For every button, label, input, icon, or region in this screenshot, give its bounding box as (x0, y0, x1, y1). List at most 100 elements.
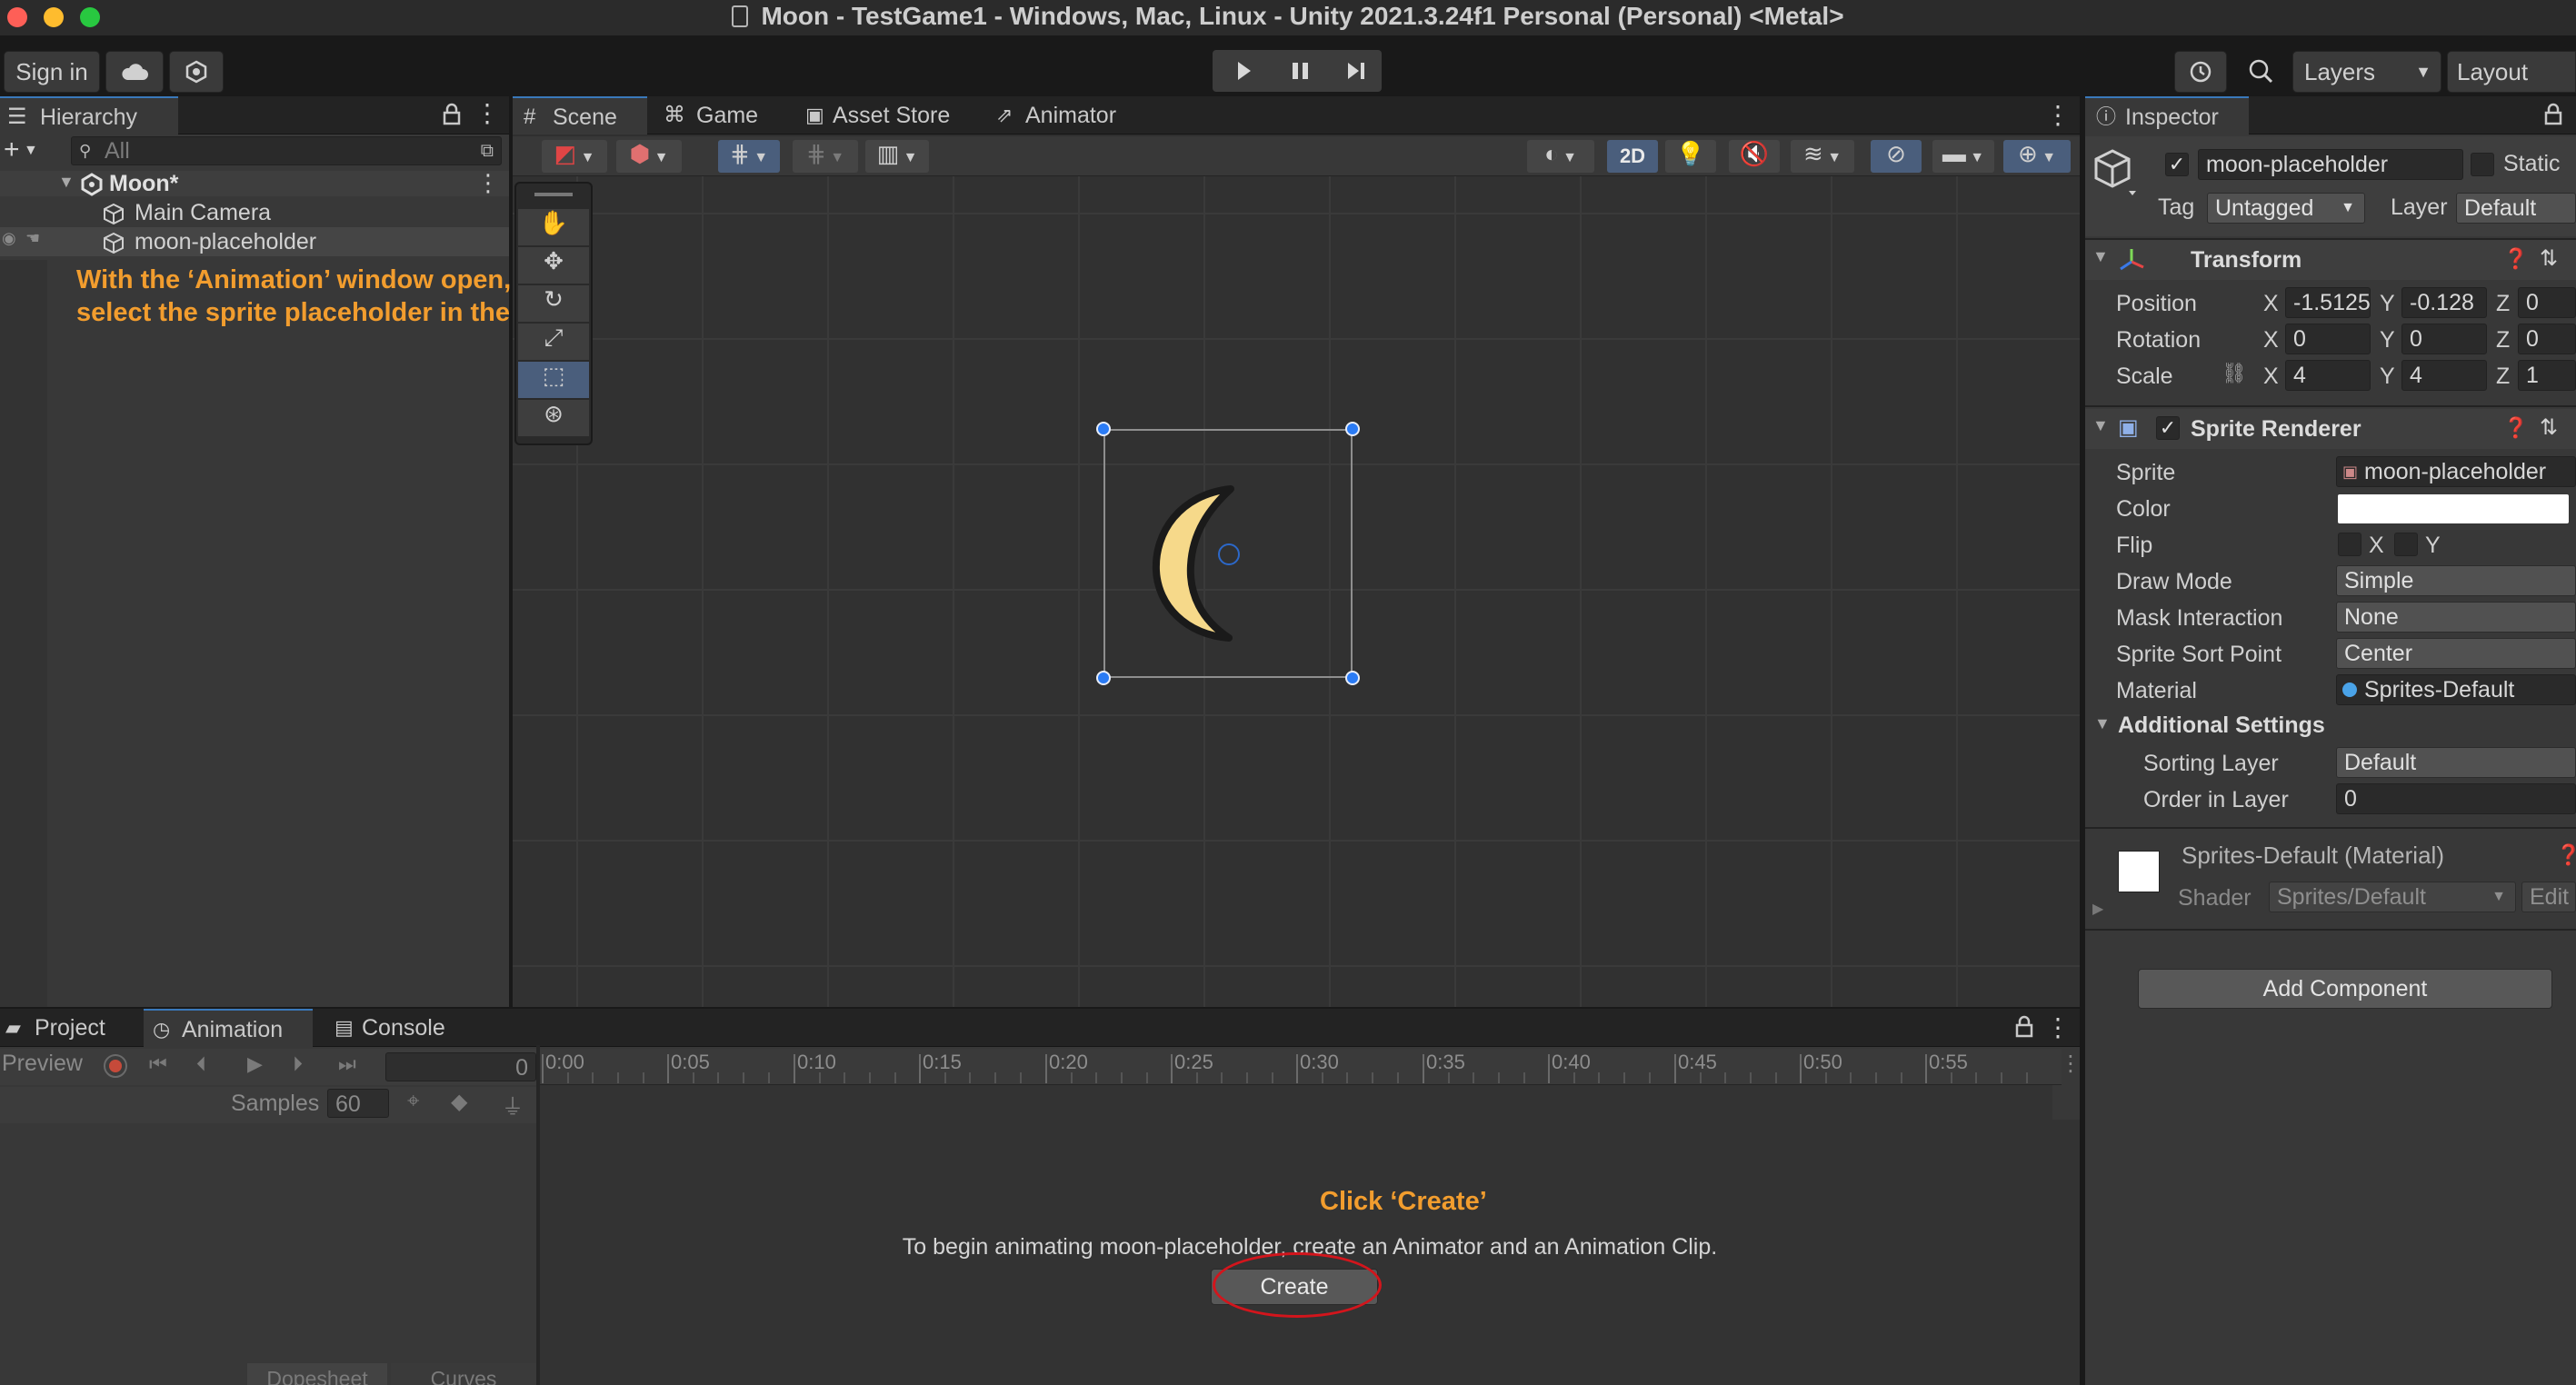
sorting-layer-select[interactable]: Default (2336, 747, 2576, 778)
tab-animator[interactable]: ⇗ Animator (991, 96, 1136, 135)
sprite-renderer-header[interactable]: ▼ ▣ ✓ Sprite Renderer ❓ ⇅ (2085, 409, 2576, 449)
shader-edit-button[interactable]: Edit (2521, 882, 2576, 912)
move-tool-button[interactable]: ✥ (518, 247, 589, 284)
tag-dropdown[interactable]: Untagged ▼ (2207, 193, 2365, 224)
samples-input[interactable]: 60 (327, 1089, 389, 1118)
more-options-icon[interactable]: ⋮ (2060, 1051, 2082, 1077)
additional-settings-foldout[interactable]: Additional Settings (2118, 712, 2325, 739)
object-name-input[interactable]: moon-placeholder (2198, 149, 2463, 180)
lock-button[interactable] (2541, 102, 2565, 127)
increment-snap-button[interactable]: ⋕ ▼ (793, 140, 858, 173)
tab-asset-store[interactable]: ▣ Asset Store (796, 96, 969, 135)
constrain-proportions-icon[interactable]: ⛓ (2222, 362, 2247, 385)
expand-arrow-icon[interactable]: ▼ (2094, 714, 2111, 733)
scale-tool-button[interactable]: ⤢ (518, 324, 589, 360)
pivot-handle[interactable] (1218, 543, 1240, 565)
static-checkbox[interactable] (2471, 153, 2494, 176)
material-field[interactable]: Sprites-Default (2336, 674, 2576, 705)
camera-settings-dropdown[interactable]: ▬ ▼ (1932, 140, 1994, 173)
previous-keyframe-button[interactable]: ⏴ (196, 1052, 206, 1076)
tab-project[interactable]: ▰ Project (0, 1009, 136, 1047)
add-component-button[interactable]: Add Component (2138, 969, 2552, 1009)
active-checkbox[interactable]: ✓ (2165, 153, 2189, 176)
filter-by-selection-icon[interactable]: ⌖ (407, 1089, 420, 1114)
lock-button[interactable] (440, 102, 464, 127)
grid-snap-button[interactable]: ⋕ ▼ (718, 140, 780, 173)
more-options-icon[interactable]: ⋮ (476, 169, 500, 197)
draw-mode-select[interactable]: Simple (2336, 565, 2576, 596)
hierarchy-item-moon-placeholder[interactable]: ◉ ☚ moon-placeholder (0, 227, 509, 256)
order-in-layer-input[interactable]: 0 (2336, 783, 2576, 814)
flip-x-checkbox[interactable] (2338, 533, 2361, 556)
cloud-button[interactable] (105, 51, 164, 93)
camera-mode-dropdown[interactable]: ◐ ▼ (1527, 140, 1594, 173)
preview-toggle[interactable]: Preview (2, 1051, 83, 1077)
add-object-button[interactable]: + ▼ (4, 135, 55, 167)
drag-handle[interactable] (534, 193, 573, 196)
next-keyframe-button[interactable]: ⏵ (293, 1052, 303, 1076)
rotate-tool-button[interactable]: ↻ (518, 285, 589, 322)
mode-2d-toggle[interactable]: 2D (1607, 140, 1658, 173)
timeline-event-track[interactable] (540, 1085, 2052, 1120)
tab-inspector[interactable]: ⓘ Inspector (2085, 96, 2249, 135)
dopesheet-tab[interactable]: Dopesheet (247, 1363, 387, 1385)
last-keyframe-button[interactable]: ⏭ (338, 1052, 356, 1076)
rotation-y-input[interactable]: 0 (2401, 324, 2487, 354)
rotation-z-input[interactable]: 0 (2518, 324, 2576, 354)
history-button[interactable] (2174, 51, 2227, 93)
more-options-icon[interactable]: ⋮ (2045, 100, 2071, 129)
transform-header[interactable]: ▼ Transform ❓ ⇅ (2085, 240, 2576, 280)
curves-tab[interactable]: Curves (391, 1363, 536, 1385)
pause-button[interactable] (1276, 55, 1323, 86)
rect-handle-top-right[interactable] (1345, 422, 1360, 436)
mask-interaction-select[interactable]: None (2336, 602, 2576, 633)
visibility-eye-icon[interactable]: ◉ (2, 229, 16, 248)
audio-toggle[interactable]: 🔇 (1729, 140, 1780, 173)
play-button[interactable] (1220, 55, 1267, 86)
pickable-hand-icon[interactable]: ☚ (25, 229, 40, 248)
layout-dropdown[interactable]: Layout (2447, 51, 2576, 93)
position-z-input[interactable]: 0 (2518, 287, 2576, 318)
collapse-arrow-icon[interactable]: ▼ (2092, 416, 2109, 435)
position-y-input[interactable]: -0.128 (2401, 287, 2487, 318)
search-button[interactable] (2238, 51, 2283, 93)
help-icon[interactable]: ❓ (2503, 416, 2528, 440)
lighting-toggle[interactable]: 💡 (1665, 140, 1716, 173)
color-swatch[interactable] (2338, 494, 2569, 523)
rect-handle-bottom-left[interactable] (1096, 671, 1111, 685)
sprite-sort-point-select[interactable]: Center (2336, 638, 2576, 669)
frame-input[interactable]: 0 (385, 1052, 536, 1081)
rect-handle-bottom-right[interactable] (1345, 671, 1360, 685)
expand-arrow-icon[interactable]: ▶ (2092, 900, 2103, 918)
more-options-icon[interactable]: ⋮ (474, 100, 500, 129)
flip-y-checkbox[interactable] (2394, 533, 2418, 556)
tab-game[interactable]: ⌘ Game (658, 96, 785, 135)
tab-animation[interactable]: ◷ Animation (144, 1009, 313, 1047)
sprite-field[interactable]: ▣ moon-placeholder (2336, 456, 2576, 487)
position-x-input[interactable]: -1.5125 (2285, 287, 2371, 318)
lock-button[interactable] (2012, 1014, 2036, 1040)
step-button[interactable] (1333, 55, 1380, 86)
collab-button[interactable] (169, 51, 224, 93)
record-button[interactable] (104, 1054, 127, 1078)
scale-x-input[interactable]: 4 (2285, 360, 2371, 391)
effects-dropdown[interactable]: ≋ ▼ (1791, 140, 1854, 173)
ruler-snap-button[interactable]: ▥ ▼ (865, 140, 929, 173)
rect-handle-top-left[interactable] (1096, 422, 1111, 436)
rect-tool-button[interactable]: ⬚ (518, 362, 589, 398)
render-mode-dropdown[interactable]: ⬢ ▼ (616, 140, 682, 173)
shader-select[interactable]: Sprites/Default ▼ (2269, 882, 2516, 912)
sign-in-button[interactable]: Sign in (4, 51, 100, 93)
layer-dropdown[interactable]: Default (2456, 193, 2576, 224)
hidden-objects-toggle[interactable]: ⊘ (1871, 140, 1922, 173)
collapse-arrow-icon[interactable]: ▼ (2092, 247, 2109, 266)
first-keyframe-button[interactable]: ⏮ (149, 1052, 167, 1076)
moon-sprite[interactable] (1143, 482, 1262, 645)
transform-tool-button[interactable]: ⊛ (518, 400, 589, 436)
more-options-icon[interactable]: ⋮ (2045, 1012, 2071, 1041)
hierarchy-item-main-camera[interactable]: Main Camera (0, 198, 509, 227)
gizmos-dropdown[interactable]: ⊕ ▼ (2003, 140, 2071, 173)
sprite-renderer-enabled-checkbox[interactable]: ✓ (2156, 416, 2180, 440)
scale-y-input[interactable]: 4 (2401, 360, 2487, 391)
hand-tool-button[interactable]: ✋ (518, 209, 589, 245)
